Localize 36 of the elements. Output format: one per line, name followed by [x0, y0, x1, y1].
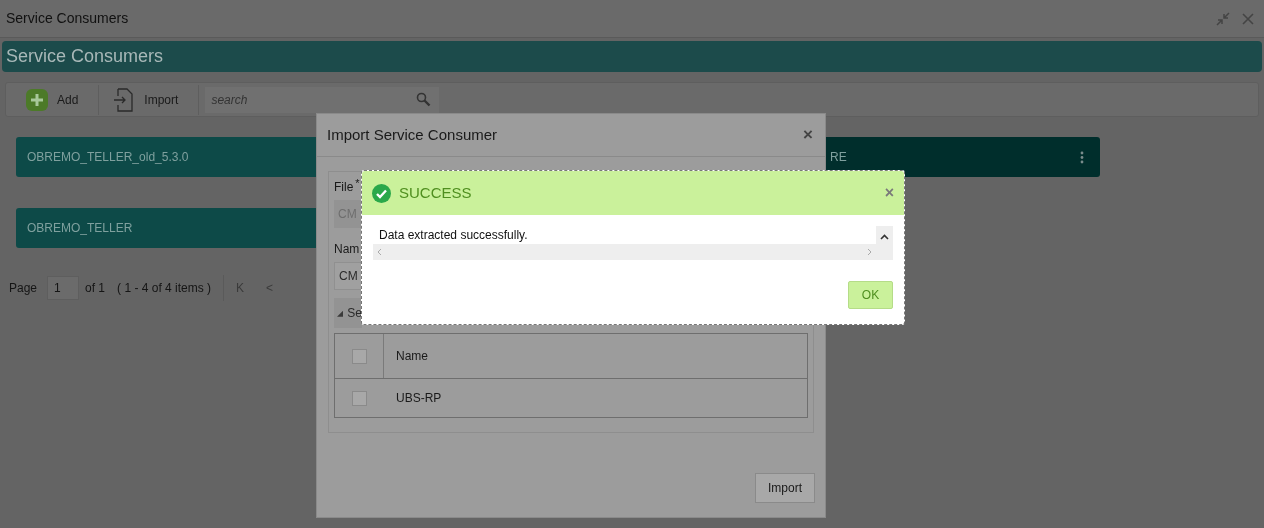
table-cell-text: UBS-RP — [395, 390, 442, 407]
kebab-menu-icon[interactable] — [1080, 150, 1084, 164]
page-input[interactable]: 1 — [47, 276, 80, 300]
message-text: Data extracted successfully. — [378, 227, 529, 244]
dialog-title: SUCCESS — [399, 182, 472, 203]
checkbox[interactable] — [351, 348, 367, 364]
page-label: Page — [9, 280, 38, 297]
collapse-icon[interactable] — [1216, 11, 1230, 26]
window-title: Service Consumers — [6, 9, 129, 28]
checkbox[interactable] — [352, 390, 367, 406]
plus-icon — [26, 88, 48, 111]
add-button[interactable]: Add — [26, 84, 100, 115]
ok-button[interactable]: OK — [848, 281, 893, 309]
import-icon — [113, 87, 136, 112]
vertical-scrollbar[interactable] — [876, 226, 893, 260]
search-icon[interactable] — [416, 91, 432, 107]
items-summary: ( 1 - 4 of 4 items ) — [117, 275, 225, 301]
column-header: Name — [395, 348, 428, 365]
horizontal-scrollbar[interactable] — [373, 244, 876, 260]
section-header[interactable]: Se — [334, 298, 362, 328]
scroll-left-icon[interactable] — [377, 248, 382, 256]
required-marker: * — [355, 176, 360, 191]
scroll-up-icon[interactable] — [880, 234, 889, 240]
check-circle-icon — [372, 183, 391, 203]
previous-page-button[interactable]: < — [266, 279, 274, 297]
close-icon[interactable] — [1242, 12, 1254, 25]
name-field[interactable]: CM — [334, 262, 362, 290]
close-button[interactable]: × — [884, 181, 894, 205]
import-submit-button[interactable]: Import — [755, 473, 815, 503]
page-title: Service Consumers — [6, 45, 164, 68]
scroll-right-icon[interactable] — [867, 248, 872, 256]
import-button[interactable]: Import — [113, 84, 200, 115]
search-field[interactable]: search — [205, 86, 440, 113]
file-label: File — [334, 179, 354, 196]
close-button[interactable]: × — [803, 122, 815, 148]
page-count: of 1 — [85, 280, 106, 297]
